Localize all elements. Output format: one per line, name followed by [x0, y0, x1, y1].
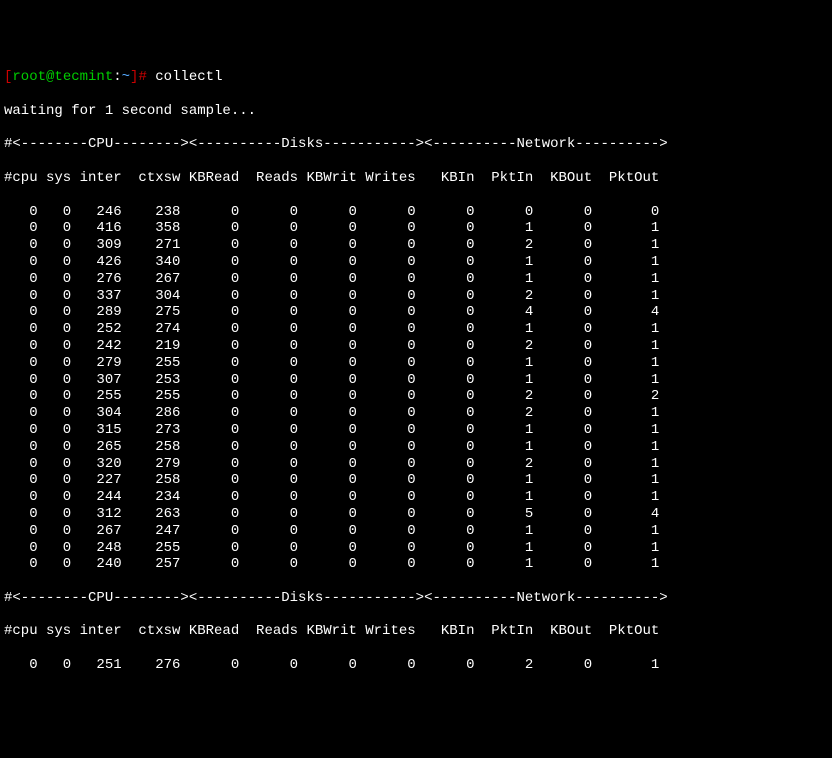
- columns-header-2: #cpu sys inter ctxsw KBRead Reads KBWrit…: [4, 623, 828, 640]
- colon: :: [113, 69, 121, 85]
- data-row: 0 0 255 255 0 0 0 0 0 2 0 2: [4, 388, 828, 405]
- data-row: 0 0 337 304 0 0 0 0 0 2 0 1: [4, 288, 828, 305]
- data-row: 0 0 307 253 0 0 0 0 0 1 0 1: [4, 372, 828, 389]
- data-row: 0 0 251 276 0 0 0 0 0 2 0 1: [4, 657, 828, 674]
- data-row: 0 0 320 279 0 0 0 0 0 2 0 1: [4, 456, 828, 473]
- data-row: 0 0 248 255 0 0 0 0 0 1 0 1: [4, 540, 828, 557]
- data-rows-block-2: 0 0 251 276 0 0 0 0 0 2 0 1: [4, 657, 828, 674]
- data-row: 0 0 304 286 0 0 0 0 0 2 0 1: [4, 405, 828, 422]
- shell-prompt: [root@tecmint:~]# collectl: [4, 69, 828, 86]
- user-host: root@tecmint: [12, 69, 113, 85]
- data-row: 0 0 267 247 0 0 0 0 0 1 0 1: [4, 523, 828, 540]
- data-rows-block-1: 0 0 246 238 0 0 0 0 0 0 0 0 0 0 416 358 …: [4, 204, 828, 574]
- data-row: 0 0 242 219 0 0 0 0 0 2 0 1: [4, 338, 828, 355]
- data-row: 0 0 279 255 0 0 0 0 0 1 0 1: [4, 355, 828, 372]
- path: ~: [122, 69, 130, 85]
- data-row: 0 0 244 234 0 0 0 0 0 1 0 1: [4, 489, 828, 506]
- data-row: 0 0 246 238 0 0 0 0 0 0 0 0: [4, 204, 828, 221]
- data-row: 0 0 312 263 0 0 0 0 0 5 0 4: [4, 506, 828, 523]
- section-header-2: #<--------CPU--------><----------Disks--…: [4, 590, 828, 607]
- data-row: 0 0 289 275 0 0 0 0 0 4 0 4: [4, 304, 828, 321]
- waiting-text: waiting for 1 second sample...: [4, 103, 828, 120]
- data-row: 0 0 265 258 0 0 0 0 0 1 0 1: [4, 439, 828, 456]
- section-header: #<--------CPU--------><----------Disks--…: [4, 136, 828, 153]
- hash: #: [138, 69, 146, 85]
- command-text[interactable]: collectl: [147, 69, 223, 85]
- data-row: 0 0 426 340 0 0 0 0 0 1 0 1: [4, 254, 828, 271]
- data-row: 0 0 252 274 0 0 0 0 0 1 0 1: [4, 321, 828, 338]
- columns-header: #cpu sys inter ctxsw KBRead Reads KBWrit…: [4, 170, 828, 187]
- data-row: 0 0 276 267 0 0 0 0 0 1 0 1: [4, 271, 828, 288]
- data-row: 0 0 416 358 0 0 0 0 0 1 0 1: [4, 220, 828, 237]
- data-row: 0 0 309 271 0 0 0 0 0 2 0 1: [4, 237, 828, 254]
- data-row: 0 0 315 273 0 0 0 0 0 1 0 1: [4, 422, 828, 439]
- data-row: 0 0 240 257 0 0 0 0 0 1 0 1: [4, 556, 828, 573]
- data-row: 0 0 227 258 0 0 0 0 0 1 0 1: [4, 472, 828, 489]
